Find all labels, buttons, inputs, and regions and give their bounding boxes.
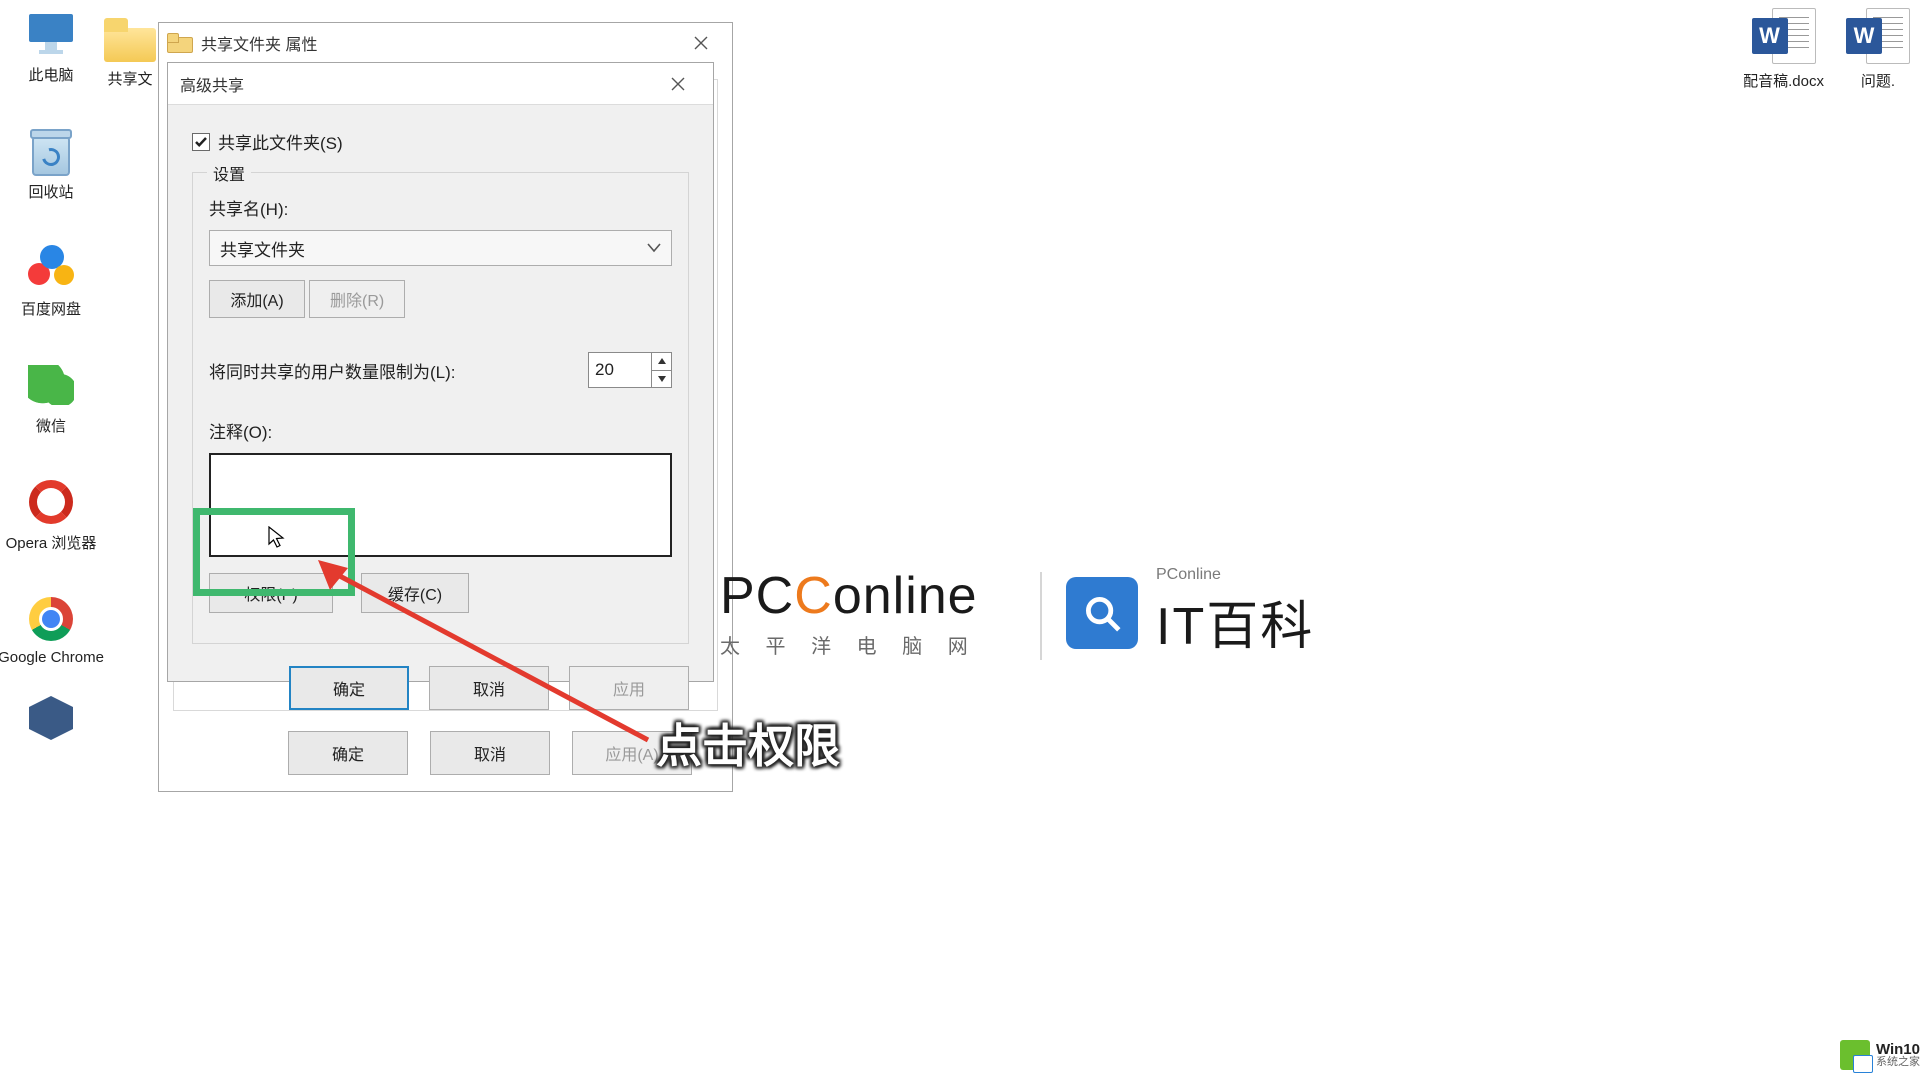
cancel-button[interactable]: 取消	[429, 666, 549, 710]
ok-button[interactable]: 确定	[289, 666, 409, 710]
spinner-down[interactable]	[652, 370, 671, 388]
titlebar[interactable]: 高级共享	[168, 63, 713, 105]
divider	[1040, 572, 1042, 660]
desktop-file-word-1[interactable]: W 配音稿.docx	[1743, 8, 1824, 91]
apply-button: 应用	[569, 666, 689, 710]
recycle-bin-icon	[30, 126, 72, 176]
opera-icon	[29, 480, 73, 524]
wm2-sub: PConline	[1156, 566, 1314, 584]
close-icon	[694, 36, 708, 50]
titlebar[interactable]: 共享文件夹 属性	[159, 23, 732, 63]
close-button[interactable]	[678, 28, 724, 58]
wechat-icon	[28, 365, 74, 405]
user-limit-label: 将同时共享的用户数量限制为(L):	[209, 358, 456, 383]
hex-app-icon	[29, 696, 73, 740]
corner-badge-title: Win10	[1876, 1042, 1920, 1057]
share-name-label: 共享名(H):	[209, 195, 672, 220]
wm2-main: IT百科	[1156, 584, 1314, 659]
wm-subtext: 太 平 洋 电 脑 网	[720, 630, 978, 659]
groupbox-legend: 设置	[207, 161, 251, 185]
desktop-icon-this-pc[interactable]: 此电脑	[6, 8, 96, 85]
file-label: 配音稿.docx	[1743, 70, 1824, 91]
spinner-up[interactable]	[652, 353, 671, 370]
desktop-file-word-2[interactable]: W 问题.	[1846, 8, 1910, 91]
watermark-pconline: PCConline 太 平 洋 电 脑 网	[720, 566, 978, 659]
desktop-icon-baidu-netdisk[interactable]: 百度网盘	[6, 242, 96, 319]
tutorial-caption: 点击权限	[656, 710, 840, 776]
ok-button[interactable]: 确定	[288, 731, 408, 775]
dialog-title: 共享文件夹 属性	[201, 31, 317, 55]
search-logo-icon	[1066, 577, 1138, 649]
folder-icon	[104, 18, 156, 62]
cancel-button[interactable]: 取消	[430, 731, 550, 775]
desktop-icon-shared-folder[interactable]: 共享文	[104, 18, 156, 89]
permissions-button[interactable]: 权限(P)	[209, 573, 333, 613]
desktop-label: Opera 浏览器	[6, 532, 97, 553]
dialog-title: 高级共享	[180, 72, 244, 96]
desktop-label: 回收站	[28, 181, 73, 202]
baidu-netdisk-icon	[28, 245, 74, 291]
cursor-icon	[268, 526, 286, 548]
desktop-icon-unknown[interactable]	[6, 692, 96, 744]
corner-badge: Win10 系统之家	[1840, 1040, 1920, 1070]
close-button[interactable]	[655, 69, 701, 99]
user-limit-spinner[interactable]: 20	[588, 352, 672, 388]
remove-button: 删除(R)	[309, 280, 405, 318]
comment-label: 注释(O):	[209, 418, 672, 443]
corner-badge-sub: 系统之家	[1876, 1057, 1920, 1068]
chrome-icon	[29, 597, 73, 641]
desktop-label: 共享文	[107, 68, 152, 89]
word-file-icon: W	[1846, 8, 1910, 64]
user-limit-value: 20	[595, 360, 614, 380]
desktop-label: 微信	[36, 415, 66, 436]
watermark-itbaike: PConline IT百科	[1066, 566, 1314, 659]
chevron-up-icon	[658, 358, 666, 364]
chevron-down-icon	[647, 238, 661, 258]
desktop-icon-recycle-bin[interactable]: 回收站	[6, 125, 96, 202]
win10-badge-icon	[1840, 1040, 1870, 1070]
file-label: 问题.	[1861, 70, 1895, 91]
add-button[interactable]: 添加(A)	[209, 280, 305, 318]
settings-groupbox: 设置 共享名(H): 共享文件夹 添加(A) 删除(R) 将同时共享的用户数量限…	[192, 172, 689, 644]
word-file-icon: W	[1752, 8, 1816, 64]
advanced-sharing-dialog: 高级共享 共享此文件夹(S) 设置 共享名(H): 共享文件夹 添加(A) 删除…	[167, 62, 714, 682]
check-icon	[195, 137, 207, 147]
share-name-combobox[interactable]: 共享文件夹	[209, 230, 672, 266]
desktop-label: 此电脑	[28, 64, 73, 85]
share-folder-checkbox[interactable]	[192, 133, 210, 151]
desktop-label: Google Chrome	[0, 649, 104, 666]
folder-icon	[167, 33, 191, 53]
close-icon	[671, 77, 685, 91]
cache-button[interactable]: 缓存(C)	[361, 573, 469, 613]
wm-text: PC	[720, 567, 794, 625]
desktop-icon-opera[interactable]: Opera 浏览器	[6, 476, 96, 553]
desktop-icon-chrome[interactable]: Google Chrome	[6, 593, 96, 666]
pc-icon	[27, 14, 75, 54]
share-name-value: 共享文件夹	[220, 236, 305, 261]
wm-text: online	[833, 567, 978, 625]
desktop-icon-wechat[interactable]: 微信	[6, 359, 96, 436]
chevron-down-icon	[658, 376, 666, 382]
desktop-label: 百度网盘	[21, 298, 81, 319]
share-folder-label: 共享此文件夹(S)	[218, 129, 343, 154]
